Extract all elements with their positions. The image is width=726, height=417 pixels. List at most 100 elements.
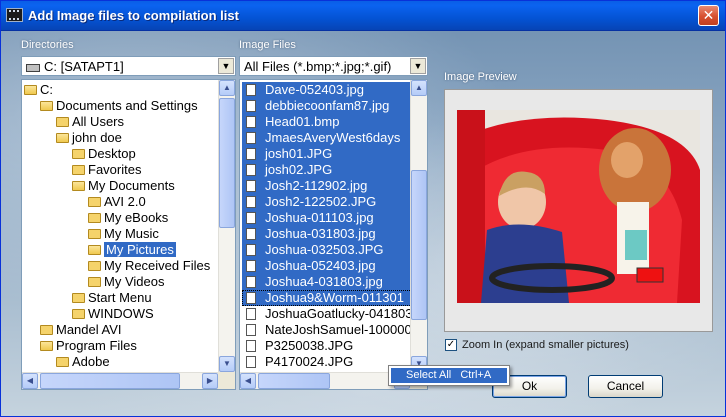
scroll-up-icon[interactable]: ▲ (219, 80, 235, 96)
preview-photo-graphic (457, 110, 700, 303)
file-item-label: P3250038.JPG (265, 338, 354, 353)
folder-open-icon (56, 133, 69, 143)
tree-item[interactable]: My eBooks (88, 210, 168, 226)
file-list-vscroll[interactable]: ▲ ▼ (410, 80, 427, 372)
tree-item[interactable]: My Received Files (88, 258, 210, 274)
tree-item[interactable]: Start Menu (72, 290, 152, 306)
tree-item[interactable]: All Users (56, 114, 124, 130)
add-images-dialog: Add Image files to compilation list ✕ Di… (0, 0, 726, 417)
scroll-thumb[interactable] (258, 373, 330, 389)
file-item-label: Joshua-031803.jpg (265, 226, 376, 241)
scroll-corner (218, 372, 235, 389)
folder-open-icon (40, 341, 53, 351)
tree-item[interactable]: My Documents (72, 178, 175, 194)
tree-item-label: Start Menu (88, 290, 152, 305)
tree-item[interactable]: Desktop (72, 146, 136, 162)
close-button[interactable]: ✕ (698, 5, 719, 26)
file-icon (246, 116, 256, 128)
file-item-label: Joshua-011103.jpg (265, 210, 374, 225)
image-file-list[interactable]: P5200005.JPGP4170024.JPGP3250038.JPGNate… (239, 79, 428, 390)
directory-tree-vscroll[interactable]: ▲ ▼ (218, 80, 235, 372)
folder-icon (88, 261, 101, 271)
tree-item-label: Adobe (72, 354, 110, 369)
file-item[interactable]: debbiecoonfam87.jpg (242, 98, 414, 114)
file-icon (246, 324, 256, 336)
select-all-shortcut: Ctrl+A (460, 369, 492, 381)
scroll-down-icon[interactable]: ▼ (219, 356, 235, 372)
file-item-label: Joshua9&Worm-011301 (265, 290, 404, 305)
file-item[interactable]: Joshua-011103.jpg (242, 210, 414, 226)
cancel-button[interactable]: Cancel (588, 375, 663, 398)
file-item[interactable]: Josh2-112902.jpg (242, 178, 414, 194)
context-menu: Select All Ctrl+A (388, 365, 510, 386)
tree-item[interactable]: WINDOWS (72, 306, 154, 322)
folder-icon (72, 293, 85, 303)
zoom-in-label: Zoom In (expand smaller pictures) (462, 339, 629, 351)
scroll-thumb[interactable] (40, 373, 180, 389)
tree-item[interactable]: AVI 2.0 (88, 194, 146, 210)
close-icon: ✕ (702, 7, 715, 23)
scroll-left-icon[interactable]: ◀ (22, 373, 38, 389)
context-menu-select-all[interactable]: Select All Ctrl+A (391, 368, 507, 383)
tree-item[interactable]: Favorites (72, 162, 141, 178)
file-item[interactable]: Head01.bmp (242, 114, 414, 130)
folder-icon (56, 357, 69, 367)
checkmark-icon: ✓ (446, 339, 456, 350)
file-item[interactable]: josh01.JPG (242, 146, 414, 162)
image-preview-label: Image Preview (444, 71, 517, 83)
tree-item[interactable]: john doe (56, 130, 122, 146)
file-icon (246, 164, 256, 176)
scroll-up-icon[interactable]: ▲ (411, 80, 427, 96)
file-filter-select[interactable]: All Files (*.bmp;*.jpg;*.gif) ▼ (239, 56, 428, 76)
file-icon (246, 276, 256, 288)
file-item[interactable]: NateJoshSamuel-100000 (242, 322, 414, 338)
tree-item-label: My eBooks (104, 210, 169, 225)
file-item[interactable]: Dave-052403.jpg (242, 82, 414, 98)
scroll-left-icon[interactable]: ◀ (240, 373, 256, 389)
file-item[interactable]: Joshua-052403.jpg (242, 258, 414, 274)
tree-item[interactable]: My Videos (88, 274, 164, 290)
tree-item-label: My Documents (88, 178, 175, 193)
file-list-hscroll[interactable]: ◀ ▶ (240, 372, 410, 389)
file-icon (246, 212, 256, 224)
file-item[interactable]: P3250038.JPG (242, 338, 414, 354)
folder-icon (88, 197, 101, 207)
folder-icon (88, 213, 101, 223)
tree-item[interactable]: Mandel AVI (40, 322, 122, 338)
file-item[interactable]: josh02.JPG (242, 162, 414, 178)
drive-select[interactable]: C: [SATAPT1] ▼ (21, 56, 236, 76)
tree-item[interactable]: My Pictures (88, 242, 176, 258)
file-icon (246, 148, 256, 160)
file-item[interactable]: JoshuaGoatlucky-041803 (242, 306, 414, 322)
tree-item[interactable]: My Music (88, 226, 159, 242)
file-item-label: josh02.JPG (265, 162, 333, 177)
tree-item-label: john doe (72, 130, 122, 145)
chevron-down-icon[interactable]: ▼ (218, 58, 234, 74)
folder-icon (72, 149, 85, 159)
zoom-in-checkbox[interactable]: ✓ (445, 339, 457, 351)
title-bar[interactable]: Add Image files to compilation list ✕ (1, 1, 725, 31)
file-item[interactable]: Josh2-122502.JPG (242, 194, 414, 210)
file-item[interactable]: Joshua-031803.jpg (242, 226, 414, 242)
tree-item[interactable]: C: (24, 82, 53, 98)
file-icon (246, 260, 256, 272)
folder-icon (56, 117, 69, 127)
file-item[interactable]: Joshua-032503.JPG (242, 242, 414, 258)
tree-item[interactable]: Adobe (56, 354, 110, 370)
chevron-down-icon[interactable]: ▼ (410, 58, 426, 74)
tree-item[interactable]: Documents and Settings (40, 98, 198, 114)
image-files-label: Image Files (239, 39, 296, 51)
file-item[interactable]: Joshua4-031803.jpg (242, 274, 414, 290)
directory-tree[interactable]: Adobe Program Files Mandel AVI WINDOWS Start… (21, 79, 236, 390)
folder-open-icon (24, 85, 37, 95)
folder-icon (88, 229, 101, 239)
scroll-thumb[interactable] (411, 170, 427, 320)
tree-item-label: My Pictures (104, 242, 176, 257)
scroll-right-icon[interactable]: ▶ (202, 373, 218, 389)
file-item[interactable]: JmaesAveryWest6days (242, 130, 414, 146)
file-icon (246, 100, 256, 112)
scroll-thumb[interactable] (219, 98, 235, 228)
tree-item[interactable]: Program Files (40, 338, 137, 354)
directory-tree-hscroll[interactable]: ◀ ▶ (22, 372, 218, 389)
file-item[interactable]: Joshua9&Worm-011301 (242, 290, 414, 306)
